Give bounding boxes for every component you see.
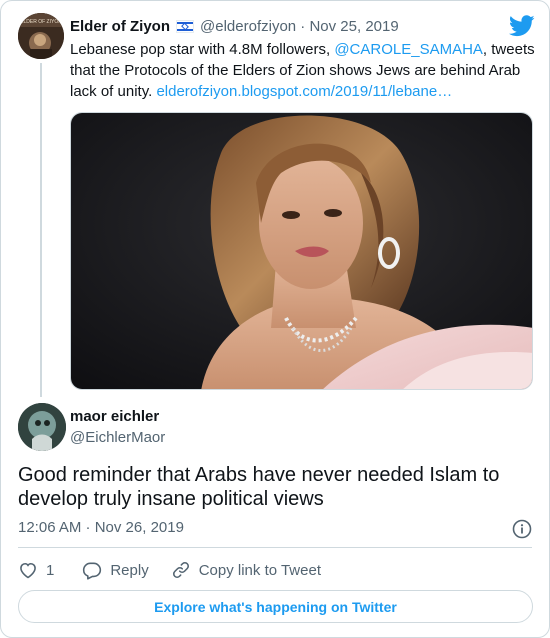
quoted-author-avatar[interactable]: ELDER OF ZIYON bbox=[18, 13, 64, 59]
explore-twitter-button[interactable]: Explore what's happening on Twitter bbox=[18, 590, 533, 623]
tweet-timestamp[interactable]: 12:06 AM · Nov 26, 2019 bbox=[18, 519, 184, 536]
reply-label: Reply bbox=[110, 561, 149, 579]
tweet-actions: 1 Reply Copy link to Tweet bbox=[18, 559, 321, 581]
author-handle[interactable]: @EichlerMaor bbox=[70, 429, 165, 446]
quoted-author-name[interactable]: Elder of Ziyon bbox=[70, 18, 170, 35]
twitter-bird-icon[interactable] bbox=[509, 15, 535, 37]
quoted-text-before: Lebanese pop star with 4.8M followers, bbox=[70, 41, 335, 58]
quoted-tweet-text: Lebanese pop star with 4.8M followers, @… bbox=[70, 39, 535, 102]
info-icon[interactable] bbox=[512, 519, 532, 539]
heart-icon bbox=[20, 562, 36, 579]
action-divider bbox=[18, 547, 532, 548]
author-avatar[interactable] bbox=[18, 403, 66, 451]
thread-connector-line bbox=[40, 63, 42, 397]
author-name[interactable]: maor eichler bbox=[70, 408, 159, 425]
quoted-tweet-header: Elder of Ziyon @elderofziyon · Nov 25, 2… bbox=[70, 16, 399, 36]
tweet-embed-card: ELDER OF ZIYON Elder of Ziyon @elderofzi… bbox=[0, 0, 550, 638]
avatar-logo-text: ELDER OF ZIYON bbox=[20, 19, 62, 25]
israel-flag-icon bbox=[176, 19, 195, 33]
copy-link-label: Copy link to Tweet bbox=[198, 561, 321, 579]
like-button[interactable]: 1 bbox=[18, 560, 54, 580]
article-link[interactable]: elderofziyon.blogspot.com/2019/11/lebane… bbox=[156, 83, 452, 100]
tweet-photo[interactable] bbox=[70, 112, 533, 390]
quoted-handle-date[interactable]: @elderofziyon · Nov 25, 2019 bbox=[200, 18, 399, 35]
like-count: 1 bbox=[46, 561, 55, 579]
reply-button[interactable]: Reply bbox=[82, 560, 149, 580]
tweet-text: Good reminder that Arabs have never need… bbox=[18, 464, 500, 510]
copy-link-button[interactable]: Copy link to Tweet bbox=[171, 560, 321, 580]
mention-link[interactable]: @CAROLE_SAMAHA bbox=[334, 41, 483, 58]
portrait-image bbox=[71, 113, 532, 389]
reply-icon bbox=[83, 562, 102, 580]
link-icon bbox=[172, 562, 189, 578]
